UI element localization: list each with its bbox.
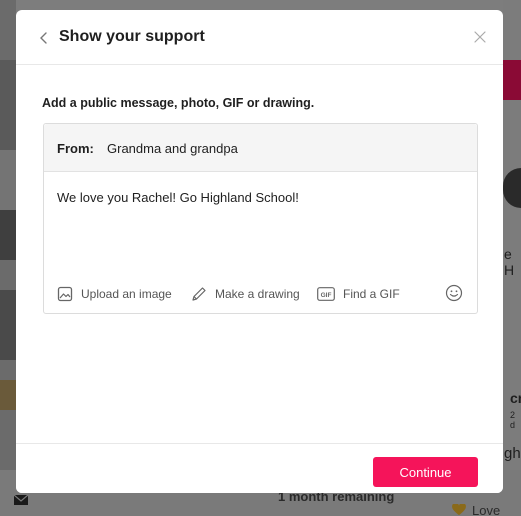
upload-image-label: Upload an image: [81, 287, 172, 301]
continue-button[interactable]: Continue: [373, 457, 478, 487]
from-label: From:: [57, 141, 94, 156]
smiley-icon[interactable]: [445, 284, 463, 302]
pencil-icon: [192, 287, 206, 301]
heart-icon: [452, 504, 466, 516]
make-drawing-label: Make a drawing: [215, 287, 300, 301]
close-icon[interactable]: [473, 30, 487, 44]
chevron-left-icon[interactable]: [38, 30, 50, 46]
backdrop-text-fragment: e H: [504, 246, 515, 278]
from-name-value[interactable]: Grandma and grandpa: [107, 141, 238, 156]
backdrop-text-fragment: ghl: [504, 445, 521, 462]
from-row[interactable]: From: Grandma and grandpa: [44, 124, 477, 172]
composer-toolbar: Upload an image Make a drawing GIF Find …: [44, 284, 479, 308]
backdrop-left-strip: [0, 0, 16, 516]
find-gif-label: Find a GIF: [343, 287, 400, 301]
find-gif-button[interactable]: GIF Find a GIF: [317, 284, 400, 304]
modal-header: Show your support: [16, 10, 503, 65]
upload-image-button[interactable]: Upload an image: [57, 284, 172, 304]
image-icon: [57, 286, 73, 302]
mail-icon: [14, 495, 28, 505]
backdrop-text-fragment: 2 d: [510, 410, 516, 430]
modal-footer: Continue: [16, 443, 503, 493]
gif-badge-text: GIF: [321, 292, 332, 299]
message-textarea[interactable]: We love you Rachel! Go Highland School!: [57, 190, 457, 205]
support-modal: Show your support Add a public message, …: [16, 10, 503, 493]
message-composer: From: Grandma and grandpa We love you Ra…: [43, 123, 478, 314]
backdrop-love-label: Love: [472, 503, 501, 516]
make-drawing-button[interactable]: Make a drawing: [191, 284, 300, 304]
gif-icon: GIF: [317, 287, 335, 301]
modal-title: Show your support: [59, 28, 205, 45]
instruction-text: Add a public message, photo, GIF or draw…: [42, 96, 315, 110]
backdrop-text-fragment: cr: [510, 390, 521, 406]
